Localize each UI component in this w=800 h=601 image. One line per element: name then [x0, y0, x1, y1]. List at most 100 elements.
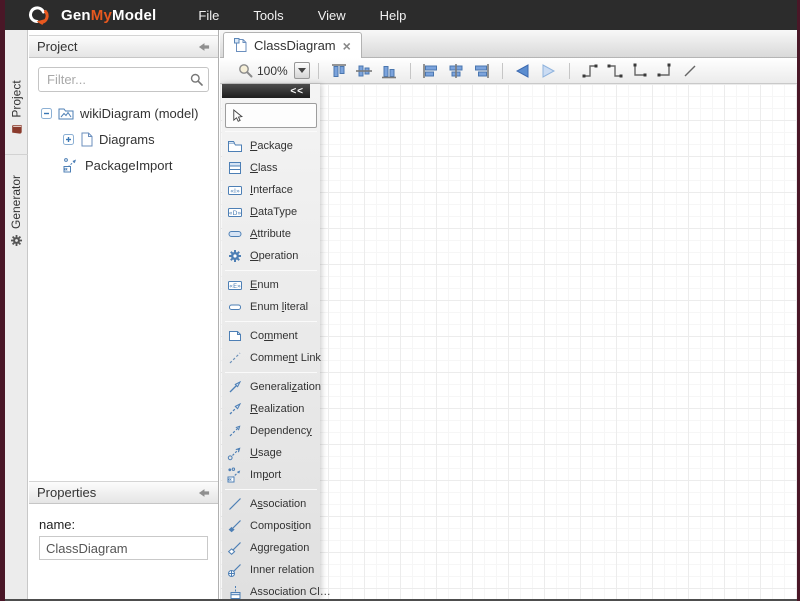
palette-separator — [225, 131, 317, 132]
project-tree: wikiDiagram (model) Diagrams Package — [29, 100, 218, 178]
palette-item-import[interactable]: Import — [222, 464, 320, 486]
zoom-dropdown-button[interactable] — [294, 62, 310, 79]
align-top-button[interactable] — [327, 60, 352, 82]
collapse-expander-icon[interactable] — [41, 108, 52, 119]
palette-header: << — [222, 84, 310, 98]
editor-toolbar: 100% — [220, 58, 797, 84]
palette-item-package[interactable]: Package — [222, 135, 320, 157]
palette-item-association-class[interactable]: Association Cl… — [222, 581, 320, 601]
name-field-label: name: — [39, 517, 208, 532]
palette-item-class[interactable]: Class — [222, 157, 320, 179]
palette-item-usage[interactable]: Usage — [222, 442, 320, 464]
palette-item-label: Composition — [250, 520, 311, 532]
tree-label[interactable]: wikiDiagram (model) — [80, 106, 198, 121]
toolbar-separator — [318, 63, 319, 79]
app-logo: GenMyModel — [28, 6, 156, 25]
menu-view[interactable]: View — [318, 8, 346, 23]
palette-item-inner-relation[interactable]: Inner relation — [222, 559, 320, 581]
palette-item-label: Comment Link — [250, 352, 321, 364]
align-middle-button[interactable] — [352, 60, 377, 82]
palette-item-label: Enum literal — [250, 301, 308, 313]
attribute-icon — [227, 226, 243, 242]
align-center-button[interactable] — [444, 60, 469, 82]
expand-expander-icon[interactable] — [63, 134, 74, 145]
palette-item-label: Inner relation — [250, 564, 314, 576]
flip-right-button[interactable] — [536, 60, 561, 82]
palette-item-generalization[interactable]: Generalization — [222, 376, 320, 398]
palette-item-interface[interactable]: «I» Interface — [222, 179, 320, 201]
name-field-input[interactable] — [39, 536, 208, 560]
app-header: GenMyModel File Tools View Help — [0, 0, 800, 30]
generalization-icon — [227, 379, 243, 395]
palette-separator — [225, 321, 317, 322]
palette-item-datatype[interactable]: «D» DataType — [222, 201, 320, 223]
palette-item-label: Class — [250, 162, 278, 174]
cloud-logo-icon — [28, 6, 54, 25]
flip-right-icon — [538, 62, 558, 80]
palette-item-composition[interactable]: Composition — [222, 515, 320, 537]
toolbar-separator — [569, 63, 570, 79]
palette-item-label: Association Cl… — [250, 586, 331, 598]
tree-row-packageimport[interactable]: PackageImport — [29, 152, 218, 178]
tab-classdiagram[interactable]: ClassDiagram × — [223, 32, 362, 58]
palette-separator — [225, 372, 317, 373]
flip-left-button[interactable] — [511, 60, 536, 82]
menu-help[interactable]: Help — [380, 8, 407, 23]
palette-item-label: Comment — [250, 330, 298, 342]
association-icon — [227, 496, 243, 512]
palette-item-realization[interactable]: Realization — [222, 398, 320, 420]
palette-item-dependency[interactable]: Dependency — [222, 420, 320, 442]
tree-row-diagrams[interactable]: Diagrams — [29, 126, 218, 152]
palette-item-label: Enum — [250, 279, 279, 291]
dock-arrow-icon[interactable] — [198, 42, 210, 52]
magnifier-icon — [238, 63, 253, 78]
palette-collapse-button[interactable]: << — [290, 86, 304, 97]
gear-icon — [10, 234, 23, 247]
edge-style-step-down-button[interactable] — [603, 60, 628, 82]
palette-item-operation[interactable]: Operation — [222, 245, 320, 267]
sidebar-tab-project[interactable]: Project — [5, 62, 28, 154]
palette-item-comment-link[interactable]: Comment Link — [222, 347, 320, 369]
edge-style-corner-br-button[interactable] — [653, 60, 678, 82]
left-panel-area: Project wikiDiagram (model) — [29, 30, 219, 599]
properties-panel-title: Properties — [37, 485, 96, 500]
align-left-button[interactable] — [419, 60, 444, 82]
tree-label[interactable]: Diagrams — [99, 132, 155, 147]
edge-corner-bl-icon — [631, 62, 649, 80]
tree-label[interactable]: PackageImport — [85, 158, 172, 173]
palette-item-association[interactable]: Association — [222, 493, 320, 515]
palette-item-enum-literal[interactable]: Enum literal — [222, 296, 320, 318]
palette-item-attribute[interactable]: Attribute — [222, 223, 320, 245]
palette-panel: << Package Class «I» — [222, 84, 320, 599]
tree-row-model[interactable]: wikiDiagram (model) — [29, 100, 218, 126]
tab-close-icon[interactable]: × — [343, 39, 351, 53]
align-bottom-button[interactable] — [377, 60, 402, 82]
zoom-control: 100% — [238, 62, 310, 79]
palette-item-comment[interactable]: Comment — [222, 325, 320, 347]
menu-tools[interactable]: Tools — [253, 8, 283, 23]
menu-file[interactable]: File — [198, 8, 219, 23]
pointer-tool-button[interactable] — [225, 103, 317, 128]
edge-step-down-icon — [606, 62, 624, 80]
sidebar-tab-generator[interactable]: Generator — [5, 154, 28, 266]
filter-box — [38, 67, 209, 92]
edge-style-straight-button[interactable] — [678, 60, 703, 82]
dock-arrow-icon[interactable] — [198, 488, 210, 498]
svg-text:«I»: «I» — [230, 187, 240, 195]
align-right-button[interactable] — [469, 60, 494, 82]
palette-item-label: Usage — [250, 447, 282, 459]
toolbar-separator — [410, 63, 411, 79]
svg-text:«E»: «E» — [229, 282, 241, 290]
palette-item-label: Realization — [250, 403, 304, 415]
filter-input[interactable] — [38, 67, 209, 92]
edge-style-step-up-button[interactable] — [578, 60, 603, 82]
properties-panel: Properties name: — [29, 481, 218, 560]
palette-item-enum[interactable]: «E» Enum — [222, 274, 320, 296]
edge-style-corner-bl-button[interactable] — [628, 60, 653, 82]
realization-icon — [227, 401, 243, 417]
palette-item-label: Interface — [250, 184, 293, 196]
palette-item-aggregation[interactable]: Aggregation — [222, 537, 320, 559]
properties-panel-header: Properties — [29, 481, 218, 504]
align-top-icon — [329, 62, 349, 80]
usage-icon — [227, 445, 243, 461]
